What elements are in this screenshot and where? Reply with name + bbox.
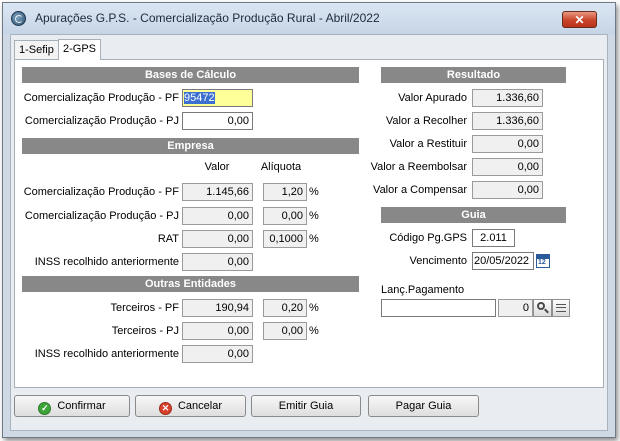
- cancelar-label: Cancelar: [177, 400, 223, 412]
- client-area: 1-Sefip 2-GPS Bases de Cálculo Comercial…: [10, 34, 608, 431]
- percent-sign: %: [309, 325, 319, 337]
- main-window: Apurações G.P.S. - Comercialização Produ…: [2, 2, 616, 438]
- resultado-row-label: Valor Apurado: [398, 92, 467, 104]
- percent-sign: %: [309, 186, 319, 198]
- resultado-row-value[interactable]: 1.336,60: [472, 89, 543, 107]
- empresa-row-aliquota[interactable]: 0,1000: [263, 230, 307, 248]
- title-bar: Apurações G.P.S. - Comercialização Produ…: [3, 3, 615, 34]
- percent-sign: %: [309, 233, 319, 245]
- check-icon: ✓: [38, 402, 52, 415]
- tab-panel-gps: Bases de Cálculo Comercialização Produçã…: [14, 59, 604, 388]
- resultado-row-value[interactable]: 0,00: [472, 135, 543, 153]
- empresa-row-valor[interactable]: 1.145,66: [182, 183, 253, 201]
- empresa-row-label: Comercialização Produção - PJ: [24, 210, 179, 222]
- empresa-inss-value[interactable]: 0,00: [182, 253, 253, 271]
- section-header-outras: Outras Entidades: [22, 276, 359, 292]
- percent-sign: %: [309, 302, 319, 314]
- resultado-row-value[interactable]: 0,00: [472, 158, 543, 176]
- resultado-row-label: Valor a Compensar: [373, 184, 467, 196]
- outras-inss-label: INSS recolhido anteriormente: [34, 348, 179, 360]
- outras-row-aliquota[interactable]: 0,20: [263, 299, 307, 317]
- outras-row-aliquota[interactable]: 0,00: [263, 322, 307, 340]
- bases-pf-input[interactable]: 95472: [182, 89, 253, 107]
- window-title: Apurações G.P.S. - Comercialização Produ…: [35, 11, 380, 25]
- list-icon[interactable]: [552, 299, 570, 317]
- outras-row-label: Terceiros - PF: [110, 302, 179, 314]
- tab-gps[interactable]: 2-GPS: [58, 39, 102, 60]
- resultado-row-value[interactable]: 0,00: [472, 181, 543, 199]
- vencimento-input[interactable]: 20/05/2022: [472, 252, 534, 270]
- empresa-row-label: RAT: [157, 233, 179, 245]
- confirmar-label: Confirmar: [57, 400, 106, 412]
- lanc-pagamento-label: Lanç.Pagamento: [381, 284, 465, 296]
- codigo-gps-input[interactable]: 2.011: [472, 229, 515, 247]
- empresa-row-valor[interactable]: 0,00: [182, 230, 253, 248]
- empresa-inss-label: INSS recolhido anteriormente: [34, 256, 179, 268]
- percent-sign: %: [309, 210, 319, 222]
- col-valor-label: Valor: [204, 161, 230, 173]
- section-header-empresa: Empresa: [22, 138, 359, 154]
- bases-pj-label: Comercialização Produção - PJ: [24, 115, 179, 127]
- lanc-pagamento-text[interactable]: [381, 299, 496, 317]
- lanc-pagamento-number[interactable]: 0: [498, 299, 533, 317]
- col-aliquota-label: Alíquota: [260, 161, 302, 173]
- vencimento-label: Vencimento: [409, 255, 467, 267]
- resultado-row-label: Valor a Reembolsar: [370, 161, 467, 173]
- empresa-row-aliquota[interactable]: 0,00: [263, 207, 307, 225]
- app-icon: [11, 11, 26, 26]
- cancel-icon: ✕: [158, 402, 172, 415]
- emitir-guia-button[interactable]: Emitir Guia: [251, 395, 361, 417]
- resultado-row-label: Valor a Recolher: [385, 115, 467, 127]
- cancelar-button[interactable]: ✕ Cancelar: [135, 395, 246, 417]
- resultado-row-value[interactable]: 1.336,60: [472, 112, 543, 130]
- empresa-row-valor[interactable]: 0,00: [182, 207, 253, 225]
- codigo-gps-label: Código Pg.GPS: [389, 232, 467, 244]
- pagar-guia-button[interactable]: Pagar Guia: [368, 395, 479, 417]
- tab-sefip[interactable]: 1-Sefip: [14, 40, 59, 59]
- calendar-icon[interactable]: [536, 254, 550, 268]
- section-header-bases: Bases de Cálculo: [22, 67, 359, 83]
- outras-row-valor[interactable]: 190,94: [182, 299, 253, 317]
- search-icon[interactable]: [533, 299, 552, 317]
- close-button[interactable]: ✕: [562, 11, 597, 28]
- confirmar-button[interactable]: ✓ Confirmar: [14, 395, 130, 417]
- outras-row-valor[interactable]: 0,00: [182, 322, 253, 340]
- outras-inss-value[interactable]: 0,00: [182, 345, 253, 363]
- bases-pf-label: Comercialização Produção - PF: [23, 92, 179, 104]
- resultado-row-label: Valor a Restituir: [389, 138, 467, 150]
- empresa-row-label: Comercialização Produção - PF: [23, 186, 179, 198]
- outras-row-label: Terceiros - PJ: [111, 325, 179, 337]
- section-header-resultado: Resultado: [381, 67, 566, 83]
- section-header-guia: Guia: [381, 207, 566, 223]
- bases-pf-value: 95472: [184, 92, 215, 104]
- bases-pj-input[interactable]: 0,00: [182, 112, 253, 130]
- empresa-row-aliquota[interactable]: 1,20: [263, 183, 307, 201]
